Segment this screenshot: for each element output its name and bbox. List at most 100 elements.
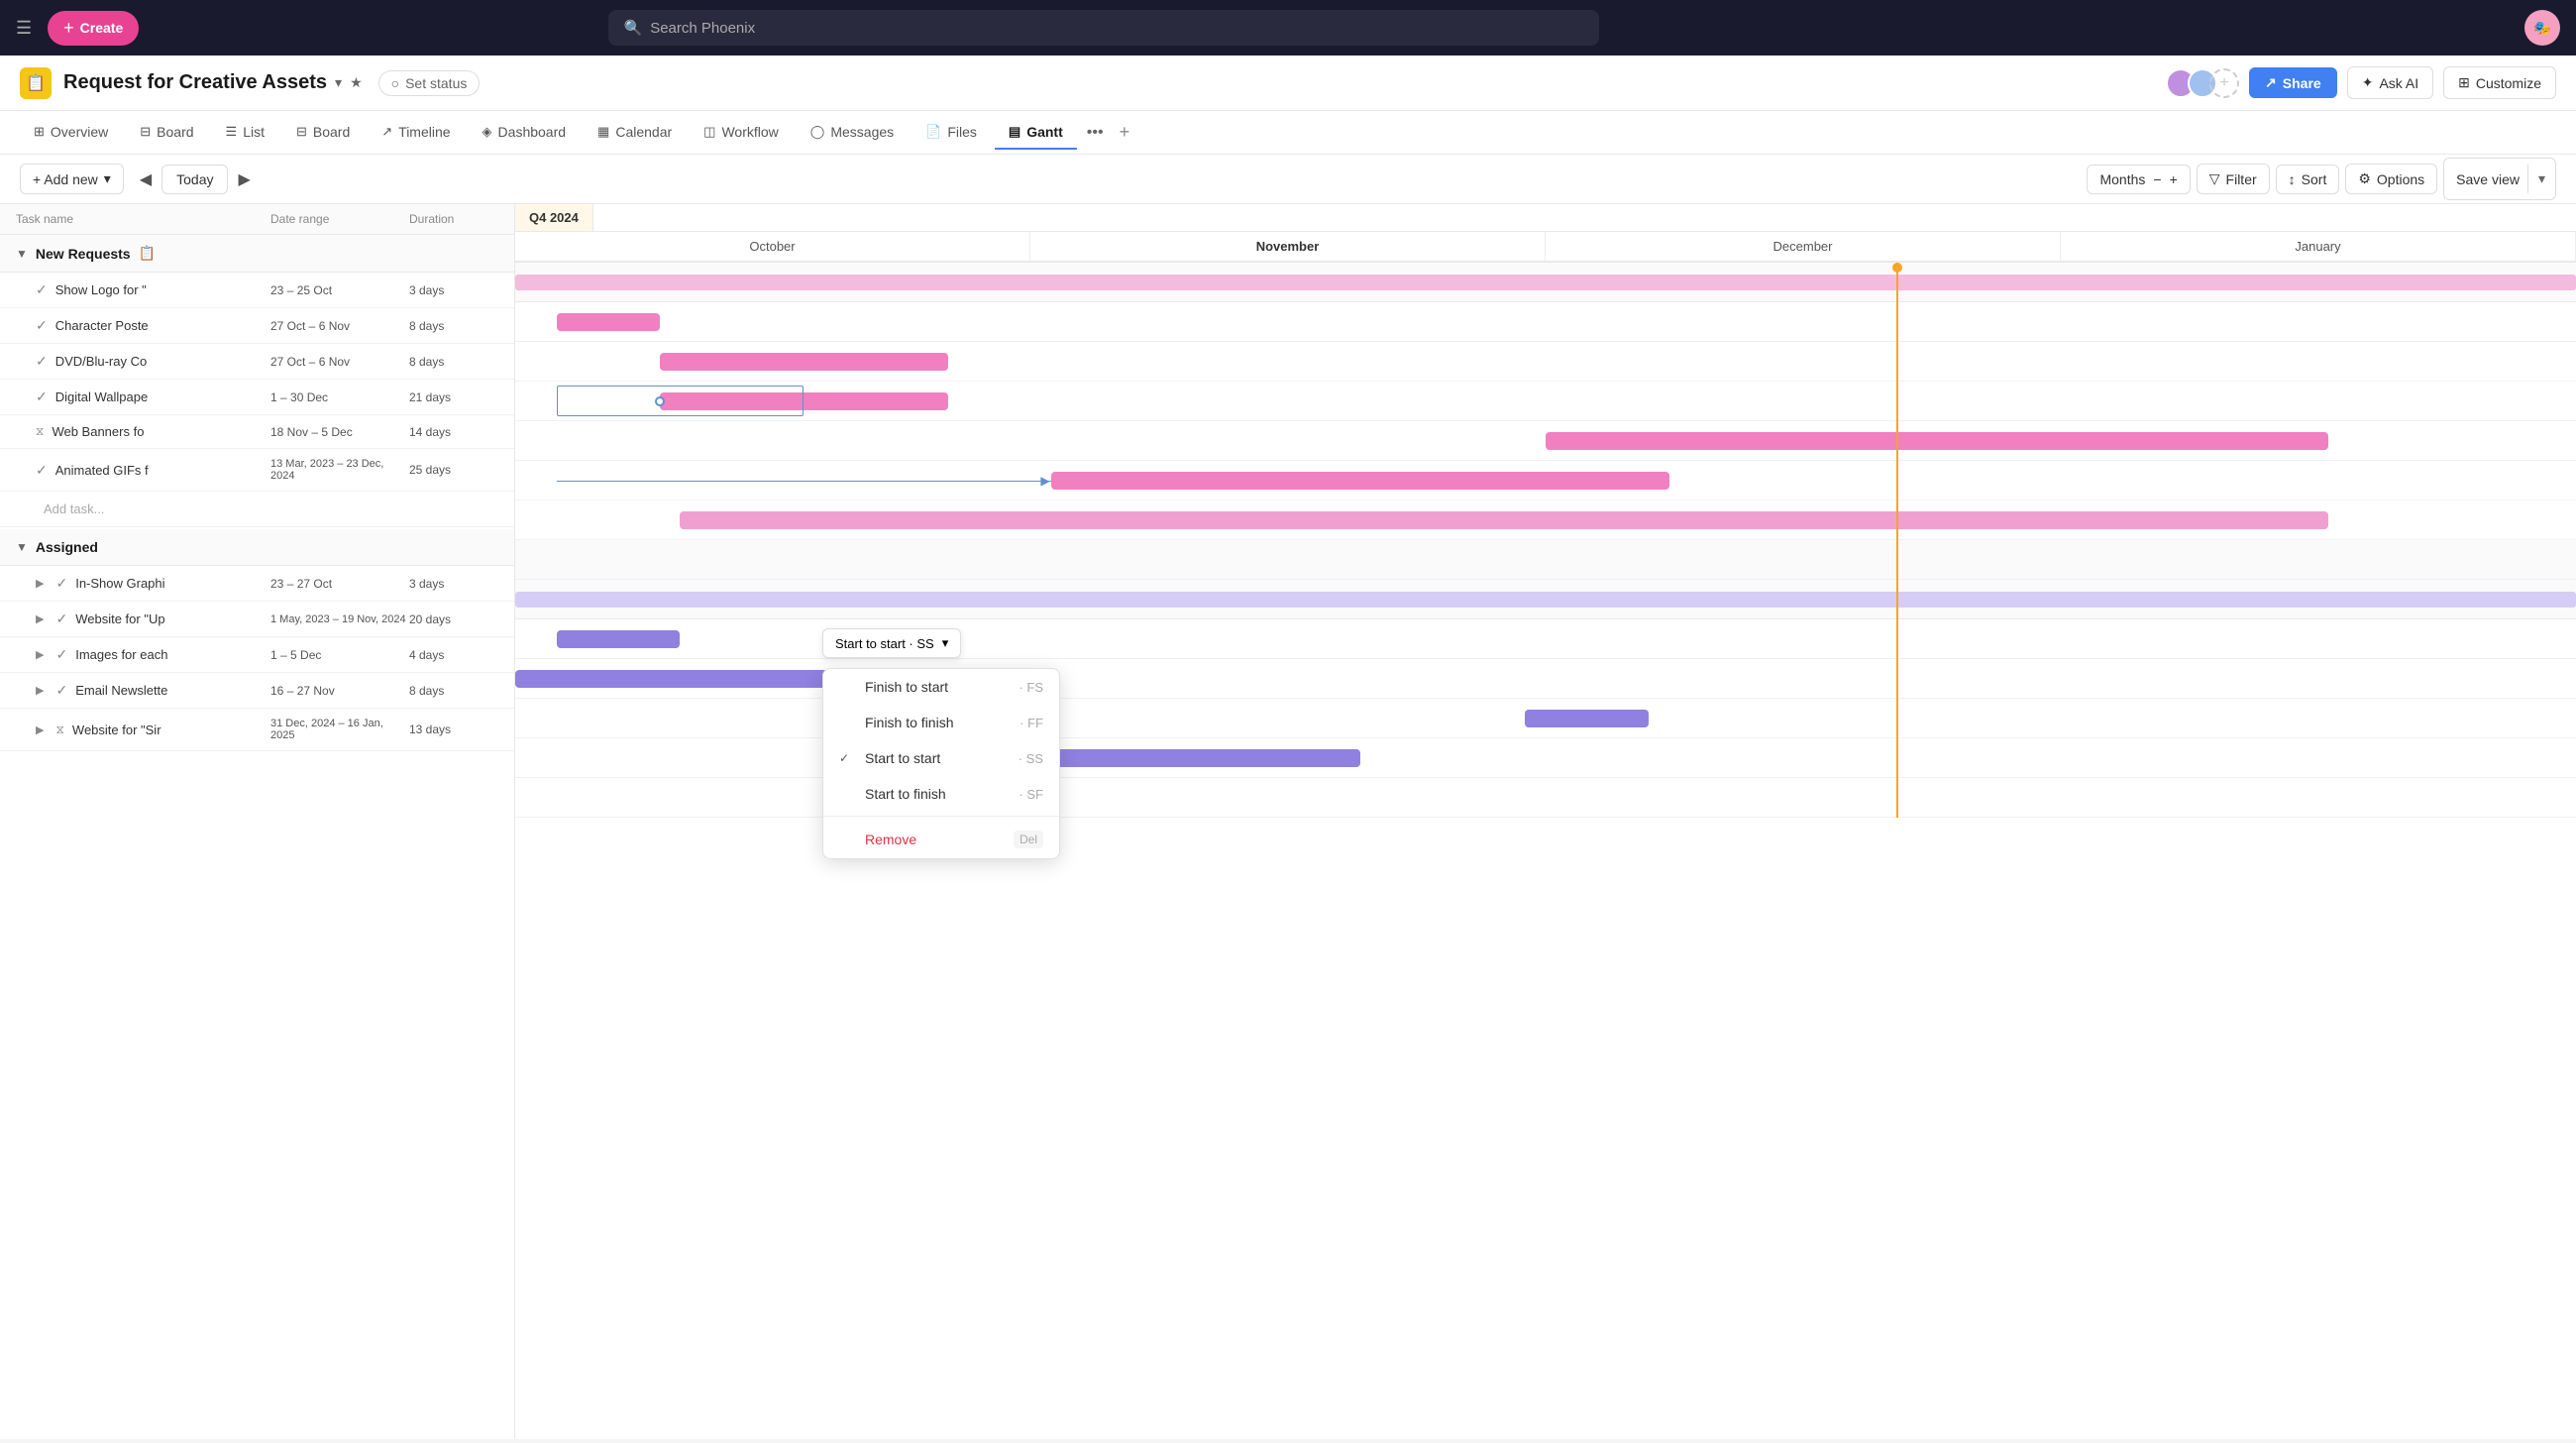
assigned-group-bar — [515, 592, 2576, 608]
expand-icon[interactable]: ▶ — [36, 648, 44, 661]
expand-icon[interactable]: ▶ — [36, 577, 44, 590]
tab-calendar-icon: ▦ — [597, 124, 609, 140]
tab-workflow[interactable]: ◫ Workflow — [690, 116, 793, 150]
prev-arrow-button[interactable]: ◀ — [134, 166, 158, 193]
task-name[interactable]: Images for each — [75, 647, 167, 662]
month-nov: November — [1030, 232, 1546, 261]
dropdown-icon[interactable]: ▾ — [335, 74, 342, 91]
expand-icon[interactable]: ▶ — [36, 723, 44, 736]
dep-arrow: ▶ — [1040, 474, 1049, 488]
customize-button[interactable]: ⊞ Customize — [2443, 66, 2556, 99]
dropdown-item-start-start[interactable]: ✓ Start to start · SS — [823, 740, 1059, 776]
task-row: ✓ DVD/Blu-ray Co 27 Oct – 6 Nov 8 days — [0, 344, 514, 380]
expand-icon[interactable]: ▶ — [36, 612, 44, 625]
dropdown-item-start-finish[interactable]: Start to finish · SF — [823, 776, 1059, 812]
tab-calendar[interactable]: ▦ Calendar — [584, 116, 686, 150]
tab-gantt[interactable]: ▤ Gantt — [995, 116, 1077, 150]
gantt-panel: Q4 2024 October November December Januar… — [515, 204, 2576, 1439]
collaborator-avatars: + — [2166, 68, 2239, 98]
task-name[interactable]: Digital Wallpape — [55, 389, 148, 404]
shortcode-fs: · FS — [1019, 680, 1043, 695]
search-icon: 🔍 — [624, 19, 643, 37]
today-button[interactable]: Today — [161, 165, 228, 194]
tab-add-icon[interactable]: + — [1114, 114, 1136, 151]
group-assigned[interactable]: ▼ Assigned — [0, 529, 514, 566]
ask-ai-button[interactable]: ✦ Ask AI — [2347, 66, 2433, 99]
task-bar-5 — [1051, 472, 1669, 490]
task-name[interactable]: Web Banners fo — [52, 424, 144, 439]
filter-button[interactable]: ▽ Filter — [2197, 164, 2270, 194]
tab-board2[interactable]: ⊟ Board — [282, 116, 364, 150]
months-minus[interactable]: − — [2153, 171, 2161, 187]
task-name[interactable]: Character Poste — [55, 318, 149, 333]
task-name[interactable]: DVD/Blu-ray Co — [55, 354, 147, 369]
tab-messages[interactable]: ◯ Messages — [797, 116, 908, 150]
tab-more-icon[interactable]: ••• — [1081, 116, 1110, 150]
group-new-requests[interactable]: ▼ New Requests 📋 — [0, 235, 514, 273]
today-dot — [1892, 263, 1902, 273]
next-arrow-button[interactable]: ▶ — [232, 166, 256, 193]
customize-label: Customize — [2476, 75, 2541, 91]
task-row: ✓ Animated GIFs f 13 Mar, 2023 – 23 Dec,… — [0, 449, 514, 492]
task-name[interactable]: Animated GIFs f — [55, 463, 149, 478]
today-label: Today — [176, 171, 213, 187]
task-name-cell: ✓ DVD/Blu-ray Co — [16, 353, 270, 370]
create-button[interactable]: + Create — [48, 11, 139, 46]
dependency-type-dropdown[interactable]: Start to start · SS ▾ — [822, 628, 961, 658]
tab-timeline-label: Timeline — [398, 124, 450, 140]
task-duration: 8 days — [409, 319, 498, 333]
group-chevron-icon: ▼ — [16, 247, 28, 261]
expand-icon[interactable]: ▶ — [36, 684, 44, 697]
task-name[interactable]: Email Newslette — [75, 683, 167, 698]
task-timer-icon: ⧖ — [55, 722, 63, 737]
dropdown-item-finish-start[interactable]: Finish to start · FS — [823, 669, 1059, 705]
ask-ai-label: Ask AI — [2379, 75, 2418, 91]
search-bar[interactable]: 🔍 Search Phoenix — [608, 10, 1599, 46]
sort-button[interactable]: ↕ Sort — [2276, 165, 2340, 194]
save-view-button[interactable]: Save view ▾ — [2443, 158, 2556, 200]
task-duration: 13 days — [409, 722, 498, 736]
task-name[interactable]: Website for "Sir — [72, 722, 161, 737]
add-task-button[interactable]: Add task... — [0, 492, 514, 527]
sort-label: Sort — [2302, 171, 2327, 187]
tab-timeline[interactable]: ↗ Timeline — [368, 116, 464, 150]
tab-list[interactable]: ☰ List — [212, 116, 278, 150]
add-member-button[interactable]: + — [2209, 68, 2239, 98]
options-icon: ⚙ — [2358, 170, 2371, 187]
add-new-chevron: ▾ — [104, 170, 111, 187]
tab-overview[interactable]: ⊞ Overview — [20, 116, 122, 150]
task-name[interactable]: Show Logo for " — [55, 282, 147, 297]
months-plus[interactable]: + — [2170, 171, 2178, 187]
task-name-cell: ✓ Show Logo for " — [16, 281, 270, 298]
gantt-assigned-group-row — [515, 580, 2576, 619]
task-bar-9 — [1525, 710, 1649, 727]
tab-board1-icon: ⊟ — [140, 124, 151, 140]
tab-dashboard[interactable]: ◈ Dashboard — [469, 116, 581, 150]
gantt-task-row-4 — [515, 421, 2576, 461]
share-button[interactable]: ↗ Share — [2249, 67, 2337, 98]
task-date: 23 – 27 Oct — [270, 577, 409, 591]
tab-board2-icon: ⊟ — [296, 124, 307, 140]
set-status-button[interactable]: ○ Set status — [378, 70, 481, 96]
task-name-cell: ✓ Character Poste — [16, 317, 270, 334]
tab-overview-label: Overview — [51, 124, 108, 140]
task-row: ▶ ⧖ Website for "Sir 31 Dec, 2024 – 16 J… — [0, 709, 514, 751]
tab-workflow-icon: ◫ — [703, 124, 715, 140]
col-header-date: Date range — [270, 212, 409, 226]
months-selector[interactable]: Months − + — [2087, 165, 2190, 194]
task-name[interactable]: In-Show Graphi — [75, 576, 164, 591]
dropdown-item-remove[interactable]: Remove Del — [823, 821, 1059, 858]
task-duration: 14 days — [409, 425, 498, 439]
task-name[interactable]: Website for "Up — [75, 611, 164, 626]
add-new-button[interactable]: + Add new ▾ — [20, 164, 124, 194]
star-icon[interactable]: ★ — [350, 74, 363, 91]
nav-arrows: ◀ Today ▶ — [134, 165, 257, 194]
dropdown-item-finish-finish[interactable]: Finish to finish · FF — [823, 705, 1059, 740]
tab-board1[interactable]: ⊟ Board — [126, 116, 207, 150]
task-duration: 3 days — [409, 577, 498, 591]
hamburger-icon[interactable]: ☰ — [16, 18, 32, 39]
tab-files[interactable]: 📄 Files — [912, 116, 991, 150]
nav-avatar[interactable]: 🎭 — [2524, 10, 2560, 46]
shortcut-del: Del — [1014, 831, 1043, 848]
options-button[interactable]: ⚙ Options — [2345, 164, 2437, 194]
